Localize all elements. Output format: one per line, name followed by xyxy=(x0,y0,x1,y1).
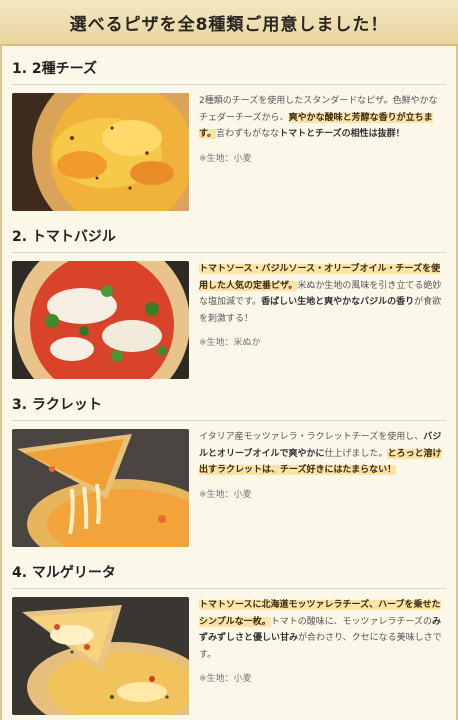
pizza-section-4: 4. マルゲリータ トマトソースに北海道モッツァレラチーズ、ハーブを乗せたシンプ… xyxy=(12,562,446,715)
pizza-photo-raclette xyxy=(12,429,189,547)
desc-bold: 香ばしい生地と爽やかなバジルの香り xyxy=(261,297,415,307)
dough-note: ※生地：米ぬか xyxy=(199,338,261,348)
pizza-description: トマトソースに北海道モッツァレラチーズ、ハーブを乗せたシンプルな一枚。トマトの酸… xyxy=(199,597,444,715)
page-banner: 選べるピザを全8種類ご用意しました！ xyxy=(0,0,458,46)
dough-note: ※生地：小麦 xyxy=(199,674,252,684)
pizza-title: 4. マルゲリータ xyxy=(12,562,446,589)
pizza-section-2: 2. トマトバジル トマトソース・バジルソース・オリーブオイル・チーズを使用した… xyxy=(12,226,446,379)
pizza-photo-tomato-basil xyxy=(12,261,189,379)
pizza-photo-two-cheese xyxy=(12,93,189,211)
desc-text: 仕上げました。 xyxy=(324,448,388,459)
desc-text: イタリア産モッツァレラ・ラクレットチーズを使用し、 xyxy=(199,432,424,442)
dough-note: ※生地：小麦 xyxy=(199,153,252,164)
dough-note: ※生地：小麦 xyxy=(199,489,252,500)
pizza-description: イタリア産モッツァレラ・ラクレットチーズを使用し、バジルとオリーブオイルで爽やか… xyxy=(199,429,444,547)
pizza-title: 3. ラクレット xyxy=(12,394,446,421)
desc-text: トマトの酸味に、モッツァレラチーズの xyxy=(270,616,433,627)
pizza-section-3: 3. ラクレット イタリア産モッツァレラ・ラクレットチーズを使用し、バジルとオリ… xyxy=(12,394,446,547)
pizza-title: 1. 2種チーズ xyxy=(12,58,446,85)
pizza-photo-margherita xyxy=(12,597,189,715)
banner-title: 選べるピザを全8種類ご用意しました！ xyxy=(69,14,389,35)
desc-bold: トマトとチーズの相性は抜群！ xyxy=(279,129,405,139)
desc-text: 言わずもがなな xyxy=(216,129,280,139)
pizza-description: トマトソース・バジルソース・オリーブオイル・チーズを使用した人気の定番ピザ。米ぬ… xyxy=(199,261,444,379)
pizza-section-1: 1. 2種チーズ 2種類のチーズを使用したスタンダードなピザ。色鮮やかなチェダー… xyxy=(12,58,446,211)
pizza-description: 2種類のチーズを使用したスタンダードなピザ。色鮮やかなチェダーチーズから、爽やか… xyxy=(199,93,444,211)
pizza-title: 2. トマトバジル xyxy=(12,226,446,253)
